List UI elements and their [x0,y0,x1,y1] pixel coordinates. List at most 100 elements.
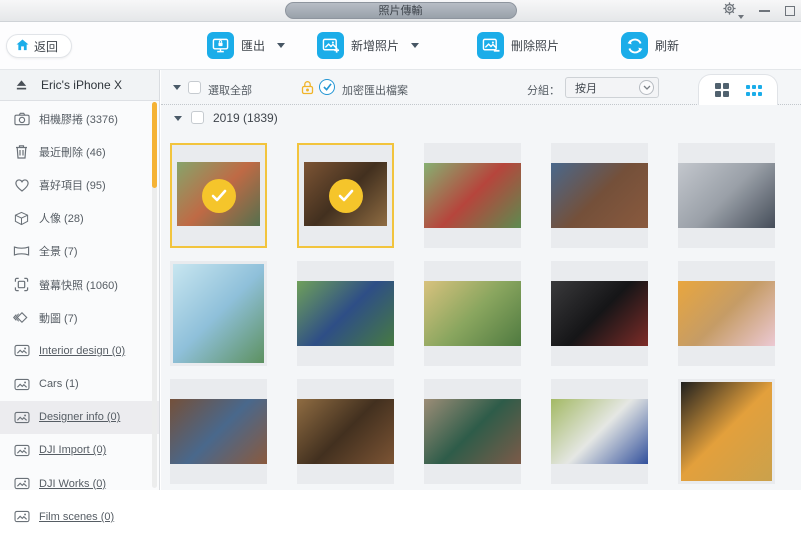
sidebar-item-相機膠捲[interactable]: 相機膠捲 (3376) [0,102,159,135]
photo-thumbnail-runner-tying-shoes[interactable] [678,143,775,248]
large-grid-view-button[interactable] [714,83,729,97]
photo-thumbnail-pizza-on-table[interactable] [297,379,394,484]
album-icon [13,409,30,426]
photo-thumbnail-child-in-park[interactable] [297,261,394,366]
photo-group-header: 2019 (1839) [174,111,278,125]
select-all-checkbox[interactable] [188,81,201,94]
back-button[interactable]: 返回 [6,34,73,58]
export-button[interactable]: 匯出 [207,32,286,59]
sidebar-item-film-scenes[interactable]: Film scenes (0) [0,500,159,533]
delete-photos-button-label: 刪除照片 [511,39,560,53]
small-grid-view-button[interactable] [745,84,762,96]
sidebar-item-label: 喜好項目 (95) [39,179,106,192]
photo-image [424,163,521,228]
heart-icon [13,176,30,193]
device-header[interactable]: Eric's iPhone X [0,70,159,101]
photo-thumbnail-cactus-pots[interactable] [170,143,267,248]
minimize-icon [759,10,770,12]
sidebar-item-label: DJI Import (0) [39,444,107,457]
photo-image [551,281,648,346]
screenshot-icon [13,276,30,293]
chevron-down-icon [411,43,420,48]
photo-thumbnail-dog-being-petted[interactable] [170,379,267,484]
delete-photos-button[interactable]: 刪除照片 [477,32,559,59]
photo-thumbnail-pizza-on-table[interactable] [297,143,394,248]
photo-thumbnail-apricots-on-dark[interactable] [678,379,775,484]
remove-photo-icon [477,32,504,59]
album-icon [13,376,30,393]
maximize-button[interactable] [785,6,795,16]
sidebar-item-cars[interactable]: Cars (1) [0,368,159,401]
back-button-label: 返回 [34,39,59,54]
group-by-select[interactable]: 按月 [565,77,659,98]
gear-icon [722,1,737,21]
camera-icon [13,110,30,127]
add-photos-button[interactable]: 新增照片 [317,32,420,59]
encrypt-export-label: 加密匯出檔案 [342,85,408,97]
eject-icon [13,77,30,94]
sidebar-item-label: Film scenes (0) [39,510,115,523]
settings-button[interactable] [722,1,744,21]
photo-thumbnail-pumpkin-soup[interactable] [678,261,775,366]
minimize-button[interactable] [759,10,770,12]
photo-thumbnail-green-front-door[interactable] [424,379,521,484]
selected-check-icon [328,178,363,213]
photo-thumbnail-dog-being-petted[interactable] [551,143,648,248]
photo-thumbnail-woman-in-park[interactable] [424,261,521,366]
sidebar-item-interior-design[interactable]: Interior design (0) [0,334,159,367]
sidebar-list: 相機膠捲 (3376) 最近刪除 (46) 喜好項目 (95) 人像 (28) 全景 (… [0,102,159,523]
photo-image [297,399,394,464]
sidebar-item-全景[interactable]: 全景 (7) [0,235,159,268]
window-title-tab: 照片傳輸 [284,2,517,19]
photo-image [170,399,267,464]
photo-image [297,281,394,346]
live-photo-icon [13,309,30,326]
sidebar-item-dji-import[interactable]: DJI Import (0) [0,434,159,467]
photo-thumbnail-salad-plate[interactable] [551,379,648,484]
photo-image [424,399,521,464]
photo-image [678,163,775,228]
photo-thumbnail-coastal-road[interactable] [170,261,267,366]
photo-image [678,281,775,346]
cube-icon [13,210,30,227]
photo-thumbnail-man-with-camera[interactable] [551,261,648,366]
sidebar-item-label: 人像 (28) [39,213,84,226]
sidebar-item-螢幕快照[interactable]: 螢幕快照 (1060) [0,268,159,301]
group-select-checkbox[interactable] [191,111,204,124]
main-content: 選取全部 加密匯出檔案 分組： 按月 2019 (1839) [161,70,801,490]
sidebar-item-人像[interactable]: 人像 (28) [0,202,159,235]
sidebar-item-最近刪除[interactable]: 最近刪除 (46) [0,135,159,168]
sidebar-scrollbar-thumb[interactable] [152,102,157,188]
sidebar-item-label: 動圖 (7) [39,312,78,325]
sidebar-item-label: Designer info (0) [39,411,121,424]
sidebar-item-label: Interior design (0) [39,344,126,357]
lock-icon [300,80,315,100]
collapse-all-caret-icon[interactable] [173,85,181,90]
export-button-label: 匯出 [241,39,266,53]
trash-icon [13,143,30,160]
panorama-icon [13,243,30,260]
maximize-icon [785,6,795,16]
refresh-button[interactable]: 刷新 [621,32,679,59]
photo-image [173,264,264,363]
photo-image [424,281,521,346]
chevron-down-icon [639,80,654,95]
sidebar-item-動圖[interactable]: 動圖 (7) [0,301,159,334]
sidebar-item-designer-info[interactable]: Designer info (0) [0,400,159,434]
encrypt-export-checkbox[interactable] [319,79,335,95]
selected-check-icon [201,178,236,213]
album-icon [13,442,30,459]
sidebar-item-label: 相機膠捲 (3376) [39,113,118,126]
toolbar: 返回 匯出 新增照片 刪除照片 刷新 [0,22,801,70]
album-icon [13,508,30,525]
window-controls [722,0,795,22]
group-by-selected-value: 按月 [575,82,597,95]
sidebar-item-喜好項目[interactable]: 喜好項目 (95) [0,168,159,201]
sidebar-item-label: DJI Works (0) [39,477,107,490]
collapse-group-caret-icon[interactable] [174,115,182,121]
sidebar-item-label: 最近刪除 (46) [39,146,106,159]
photo-thumbnail-toddler-blowing-bubbles[interactable] [424,143,521,248]
filter-bar: 選取全部 加密匯出檔案 分組： 按月 [161,70,801,105]
add-photo-icon [317,32,344,59]
sidebar-item-dji-works[interactable]: DJI Works (0) [0,467,159,500]
